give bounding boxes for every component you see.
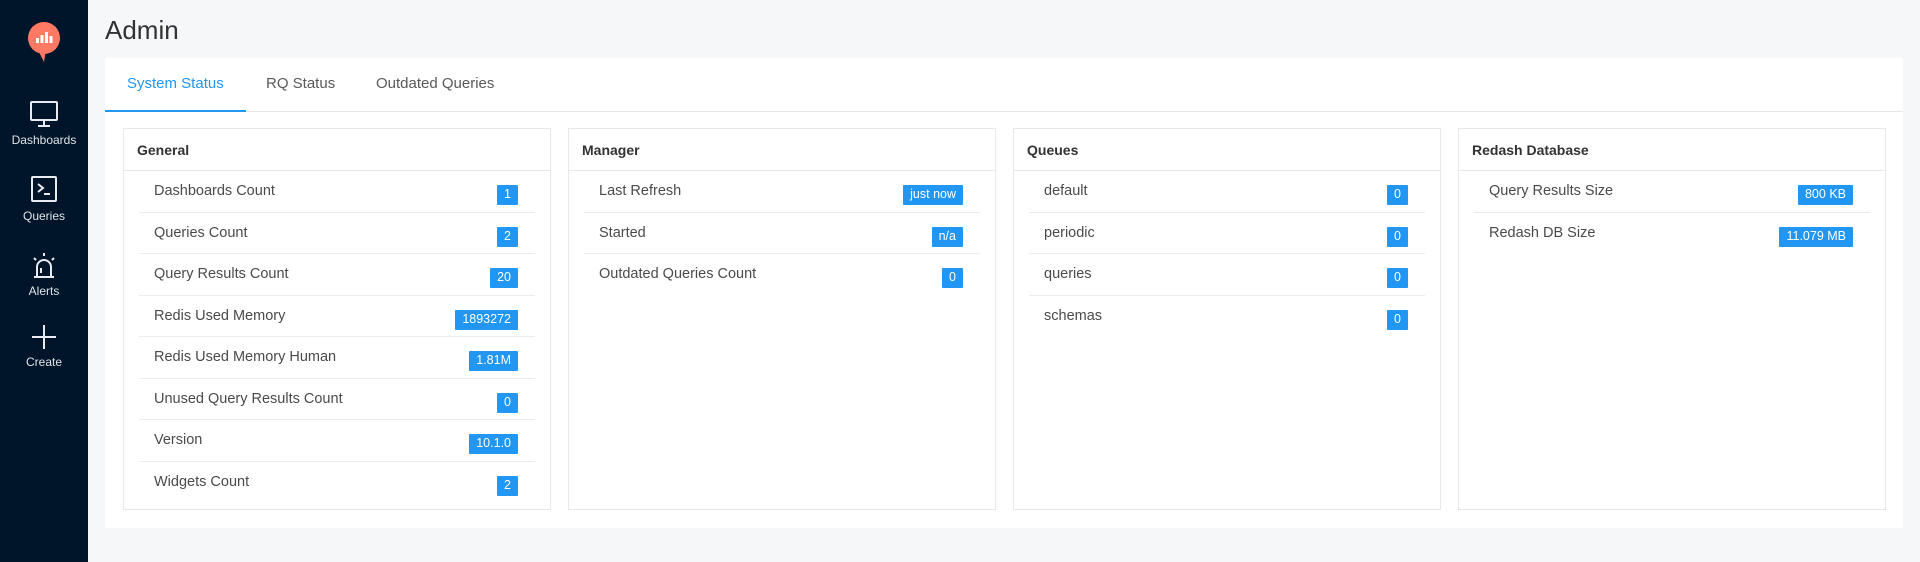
panel-title: Manager [569, 129, 995, 171]
row-label: Unused Query Results Count [154, 390, 343, 407]
panel-title: Queues [1014, 129, 1440, 171]
panel-manager: Manager Last Refresh just now Started n/a … [568, 128, 996, 510]
status-list: Query Results Size 800 KB Redash DB Size 1… [1459, 171, 1885, 254]
list-item: schemas 0 [1029, 296, 1425, 338]
list-item: Widgets Count 2 [139, 462, 535, 504]
status-badge: 0 [1387, 268, 1408, 288]
list-item: queries 0 [1029, 254, 1425, 296]
status-badge: 800 KB [1797, 185, 1853, 205]
row-label: queries [1044, 266, 1092, 282]
status-badge: 0 [497, 392, 518, 413]
sidebar-item-queries[interactable]: Queries [0, 176, 88, 223]
row-label: Queries Count [154, 224, 248, 241]
row-label: Last Refresh [599, 183, 682, 199]
list-item: Query Results Size 800 KB [1474, 171, 1870, 213]
redash-logo-icon[interactable] [24, 20, 64, 64]
status-badge: 10.1.0 [469, 434, 518, 454]
plus-icon [0, 322, 88, 352]
list-item: Unused Query Results Count 0 [139, 379, 535, 420]
status-badge: 1 [497, 185, 518, 205]
status-badge: 0 [942, 268, 963, 288]
tab-system-status[interactable]: System Status [105, 58, 246, 112]
list-item: Version 10.1.0 [139, 420, 535, 462]
sidebar-item-alerts[interactable]: Alerts [0, 251, 88, 298]
row-label: Redis Used Memory [154, 307, 286, 324]
row-label: Widgets Count [154, 473, 250, 490]
page-title: Admin [105, 15, 179, 45]
status-badge: 2 [497, 226, 518, 247]
sidebar-item-create[interactable]: Create [0, 322, 88, 369]
status-badge: 0 [1387, 185, 1408, 205]
monitor-icon [0, 100, 88, 130]
panel-queues: Queues default 0 periodic 0 queries 0 schem… [1013, 128, 1441, 510]
status-list: Last Refresh just now Started n/a Outdated… [569, 171, 995, 296]
status-badge: 0 [1387, 226, 1408, 247]
status-badge: 2 [497, 475, 518, 496]
list-item: Redis Used Memory 1893272 [139, 296, 535, 337]
terminal-icon [0, 176, 88, 206]
row-label: Query Results Size [1489, 183, 1614, 199]
siren-icon [0, 251, 88, 281]
status-badge: 1893272 [455, 309, 518, 330]
list-item: Redash DB Size 11.079 MB [1474, 213, 1870, 255]
panel-redash-database: Redash Database Query Results Size 800 KB… [1458, 128, 1886, 510]
status-list: Dashboards Count 1 Queries Count 2 Query R… [124, 171, 550, 503]
sidebar: Dashboards Queries Alerts Create [0, 0, 88, 562]
status-badge: 1.81M [469, 351, 518, 371]
panel-general: General Dashboards Count 1 Queries Count 2… [123, 128, 551, 510]
status-badge: just now [903, 185, 963, 205]
row-label: default [1044, 183, 1088, 199]
tab-outdated-queries[interactable]: Outdated Queries [354, 58, 516, 112]
list-item: Redis Used Memory Human 1.81M [139, 337, 535, 379]
list-item: Outdated Queries Count 0 [584, 254, 980, 296]
status-badge: 20 [490, 268, 518, 288]
list-item: Queries Count 2 [139, 213, 535, 254]
sidebar-item-dashboards[interactable]: Dashboards [0, 100, 88, 147]
status-badge: 0 [1387, 309, 1408, 330]
list-item: Query Results Count 20 [139, 254, 535, 296]
list-item: periodic 0 [1029, 213, 1425, 254]
sidebar-item-label: Dashboards [11, 133, 77, 147]
list-item: Started n/a [584, 213, 980, 254]
sidebar-item-label: Create [25, 355, 63, 369]
panel-title: General [124, 129, 550, 171]
tab-rq-status[interactable]: RQ Status [244, 58, 357, 112]
list-item: Last Refresh just now [584, 171, 980, 213]
row-label: Dashboards Count [154, 183, 275, 199]
sidebar-item-label: Alerts [28, 284, 60, 298]
row-label: Started [599, 224, 646, 241]
row-label: Version [154, 432, 203, 448]
row-label: schemas [1044, 307, 1103, 324]
status-badge: n/a [931, 226, 963, 247]
tab-bar: System Status RQ Status Outdated Queries [105, 58, 1903, 112]
list-item: Dashboards Count 1 [139, 171, 535, 213]
row-label: Redis Used Memory Human [154, 349, 337, 365]
row-label: Redash DB Size [1489, 224, 1596, 241]
row-label: Outdated Queries Count [599, 266, 757, 282]
row-label: periodic [1044, 224, 1095, 241]
status-badge: 11.079 MB [1779, 226, 1853, 247]
sidebar-item-label: Queries [22, 209, 66, 223]
panel-title: Redash Database [1459, 129, 1885, 171]
row-label: Query Results Count [154, 266, 289, 282]
list-item: default 0 [1029, 171, 1425, 213]
admin-card: System Status RQ Status Outdated Queries… [105, 58, 1903, 528]
status-list: default 0 periodic 0 queries 0 schemas 0 [1014, 171, 1440, 337]
